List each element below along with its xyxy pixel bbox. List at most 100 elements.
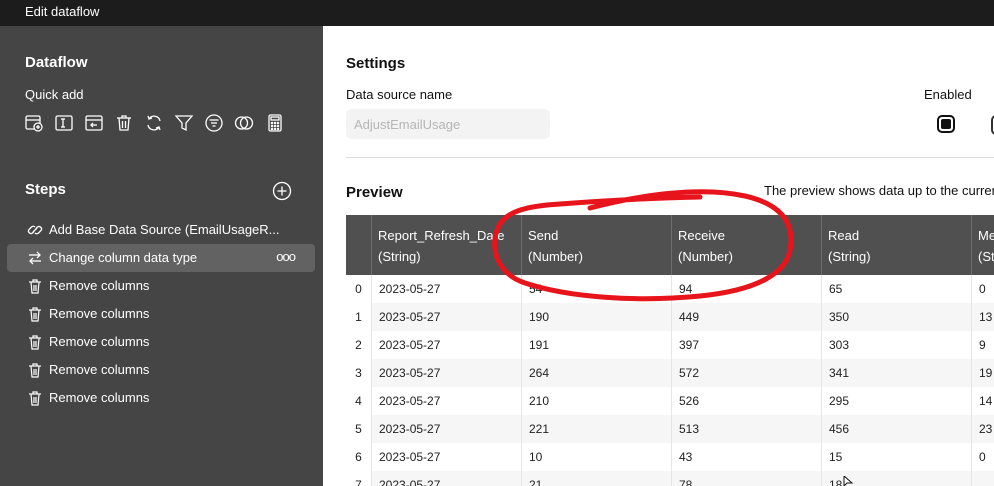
- data-source-name-input[interactable]: [346, 109, 550, 139]
- text-column-icon[interactable]: [54, 113, 74, 133]
- link-icon: [27, 222, 43, 238]
- table-cell: 572: [671, 359, 821, 387]
- table-cell: 0: [971, 275, 994, 303]
- more-options-icon[interactable]: ooo: [276, 249, 296, 264]
- filter-icon[interactable]: [174, 113, 194, 133]
- column-name: Report_Refresh_Date: [378, 228, 505, 243]
- refresh-icon[interactable]: [144, 113, 164, 133]
- row-index: 4: [355, 394, 362, 408]
- table-cell: 21: [521, 471, 671, 486]
- step-label: Change column data type: [49, 250, 198, 265]
- add-data-source-icon[interactable]: [24, 113, 44, 133]
- table-cell: 2023-05-27: [371, 331, 521, 359]
- step-label: Remove columns: [49, 334, 150, 349]
- table-cell: 295: [821, 387, 971, 415]
- step-remove-columns[interactable]: Remove columns: [7, 328, 315, 356]
- table-row: 5 2023-05-27 221 513 456 23: [346, 415, 994, 443]
- table-cell: 94: [671, 275, 821, 303]
- step-add-base-data-source[interactable]: Add Base Data Source (EmailUsageR...: [7, 216, 315, 244]
- table-cell: 397: [671, 331, 821, 359]
- table-cell: 456: [821, 415, 971, 443]
- table-cell: [971, 471, 994, 486]
- table-cell: 2023-05-27: [371, 359, 521, 387]
- trash-icon: [27, 390, 43, 406]
- table-cell: 0: [971, 443, 994, 471]
- table-row: 7 2023-05-27 21 78 18: [346, 471, 994, 486]
- row-index: 3: [355, 366, 362, 380]
- table-cell: 54: [521, 275, 671, 303]
- enabled-checkbox[interactable]: [937, 115, 955, 133]
- table-cell: 19: [971, 359, 994, 387]
- table-cell: 210: [521, 387, 671, 415]
- table-cell: 65: [821, 275, 971, 303]
- step-change-column-data-type[interactable]: Change column data type ooo: [7, 244, 315, 272]
- step-label: Add Base Data Source (EmailUsageR...: [49, 222, 280, 237]
- enabled-label: Enabled: [924, 87, 972, 102]
- table-row: 2 2023-05-27 191 397 303 9: [346, 331, 994, 359]
- table-cell: 264: [521, 359, 671, 387]
- step-remove-columns[interactable]: Remove columns: [7, 300, 315, 328]
- column-header[interactable]: Read (String): [821, 215, 971, 275]
- table-cell: 23: [971, 415, 994, 443]
- column-header[interactable]: Me (St: [971, 215, 994, 275]
- table-cell: 526: [671, 387, 821, 415]
- row-index: 0: [355, 282, 362, 296]
- plus-circle-icon: [272, 181, 292, 201]
- table-cell: 513: [671, 415, 821, 443]
- main-panel: Settings Data source name Enabled Previe…: [323, 26, 994, 486]
- delete-icon[interactable]: [114, 113, 134, 133]
- calculator-icon[interactable]: [265, 113, 285, 133]
- column-name: Receive: [678, 228, 725, 243]
- table-cell: 2023-05-27: [371, 415, 521, 443]
- row-index: 2: [355, 338, 362, 352]
- table-row: 3 2023-05-27 264 572 341 19: [346, 359, 994, 387]
- trash-icon: [27, 278, 43, 294]
- table-cell: 2023-05-27: [371, 471, 521, 486]
- step-remove-columns[interactable]: Remove columns: [7, 384, 315, 412]
- table-row: 1 2023-05-27 190 449 350 13: [346, 303, 994, 331]
- table-cell: 2023-05-27: [371, 387, 521, 415]
- table-cell: 2023-05-27: [371, 303, 521, 331]
- table-cell: 14: [971, 387, 994, 415]
- step-label: Remove columns: [49, 278, 150, 293]
- column-header[interactable]: Send (Number): [521, 215, 671, 275]
- table-cell: 350: [821, 303, 971, 331]
- table-cell: 78: [671, 471, 821, 486]
- sort-filter-icon[interactable]: [204, 113, 224, 133]
- steps-heading: Steps: [25, 181, 66, 198]
- column-type: (Number): [528, 249, 583, 264]
- table-cell: 2023-05-27: [371, 275, 521, 303]
- table-cell: 2023-05-27: [371, 443, 521, 471]
- step-remove-columns[interactable]: Remove columns: [7, 356, 315, 384]
- table-row: 0 2023-05-27 54 94 65 0: [346, 275, 994, 303]
- preview-note: The preview shows data up to the curren: [764, 183, 994, 198]
- row-index: 7: [355, 478, 362, 486]
- swap-icon: [27, 250, 43, 266]
- table-cell: 13: [971, 303, 994, 331]
- preview-heading: Preview: [346, 184, 403, 201]
- column-header[interactable]: Receive (Number): [671, 215, 821, 275]
- step-label: Remove columns: [49, 390, 150, 405]
- window-title: Edit dataflow: [25, 4, 100, 19]
- row-index: 6: [355, 450, 362, 464]
- column-header[interactable]: Report_Refresh_Date (String): [371, 215, 521, 275]
- join-table-icon[interactable]: [84, 113, 104, 133]
- table-cell: 10: [521, 443, 671, 471]
- row-index: 5: [355, 422, 362, 436]
- add-step-button[interactable]: [272, 181, 292, 201]
- table-row: 6 2023-05-27 10 43 15 0: [346, 443, 994, 471]
- step-label: Remove columns: [49, 306, 150, 321]
- merge-icon[interactable]: [234, 113, 254, 133]
- table-cell: 341: [821, 359, 971, 387]
- column-type: (String): [378, 249, 421, 264]
- column-type: (Number): [678, 249, 733, 264]
- title-bar: Edit dataflow: [0, 0, 994, 26]
- step-remove-columns[interactable]: Remove columns: [7, 272, 315, 300]
- data-source-name-label: Data source name: [346, 87, 453, 102]
- table-cell: 303: [821, 331, 971, 359]
- dataflow-heading: Dataflow: [25, 54, 88, 71]
- column-name: Send: [528, 228, 559, 243]
- settings-heading: Settings: [346, 55, 406, 72]
- table-cell: 190: [521, 303, 671, 331]
- table-cell: 9: [971, 331, 994, 359]
